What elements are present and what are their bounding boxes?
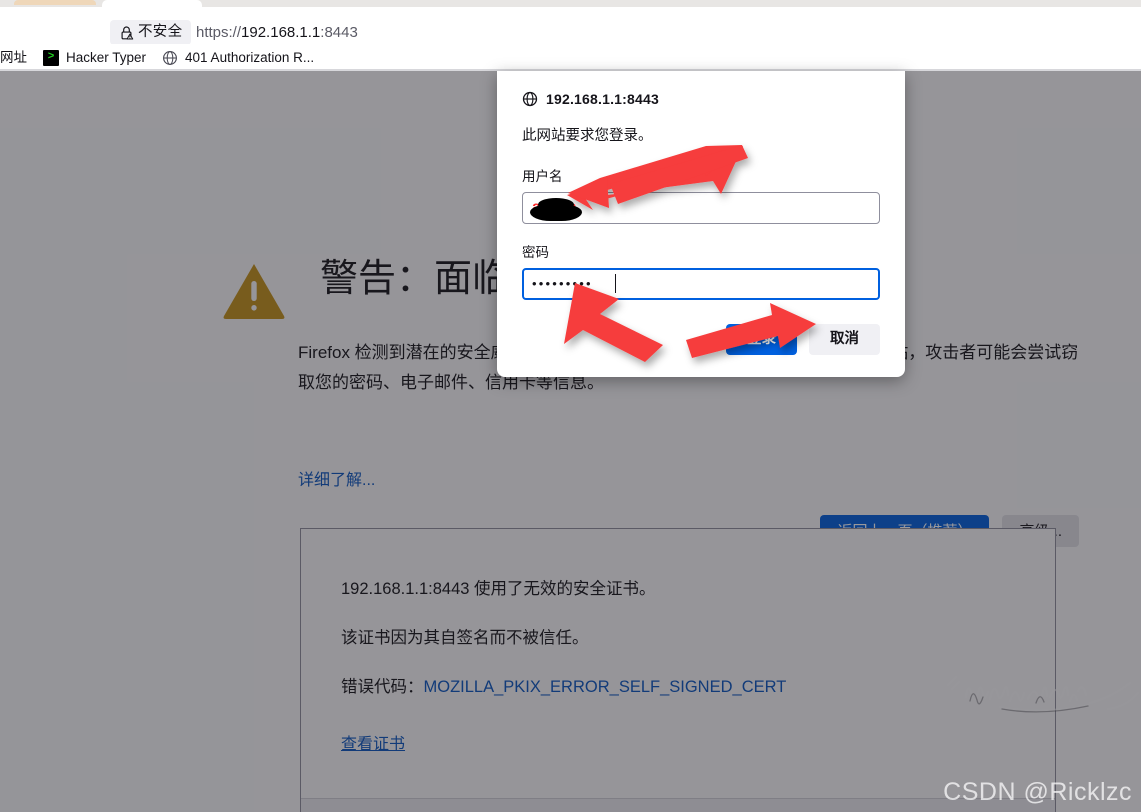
tab-strip: [0, 0, 1141, 7]
hacker-typer-icon: >: [43, 49, 59, 66]
navigation-toolbar: 不安全 https://192.168.1.1:8443: [0, 7, 1141, 45]
url-scheme: https://: [196, 24, 242, 41]
browser-window: 不安全 https://192.168.1.1:8443 网址 > Hacker…: [0, 0, 1141, 812]
globe-icon: [522, 91, 538, 107]
background-tab[interactable]: [14, 0, 96, 5]
auth-dialog-title: 192.168.1.1:8443: [546, 91, 659, 107]
login-button[interactable]: 登录: [726, 324, 797, 355]
bookmark-item-401-authorization[interactable]: 401 Authorization R...: [154, 48, 322, 68]
username-field-wrap: admin: [522, 192, 880, 224]
identity-label: 不安全: [138, 24, 183, 41]
bookmark-label: 401 Authorization R...: [185, 49, 315, 65]
auth-dialog-header: 192.168.1.1:8443: [522, 91, 880, 107]
text-caret: [615, 274, 616, 293]
password-label: 密码: [522, 245, 549, 260]
csdn-watermark: CSDN @Ricklzc: [943, 778, 1132, 806]
password-value-masked: •••••••••: [532, 276, 593, 291]
browser-chrome: 不安全 https://192.168.1.1:8443 网址 > Hacker…: [0, 0, 1141, 71]
bookmark-label: 网址: [0, 49, 27, 65]
globe-icon: [163, 50, 178, 65]
bookmark-item-folder[interactable]: 网址: [0, 48, 35, 68]
bookmark-label: Hacker Typer: [66, 49, 147, 65]
url-bar[interactable]: https://192.168.1.1:8443: [196, 23, 358, 43]
cancel-button[interactable]: 取消: [809, 324, 880, 355]
site-identity-box[interactable]: 不安全: [110, 20, 192, 45]
bookmark-item-hacker-typer[interactable]: > Hacker Typer: [35, 48, 154, 68]
password-field-wrap: •••••••••: [522, 268, 880, 300]
auth-dialog-message: 此网站要求您登录。: [522, 128, 653, 144]
http-auth-dialog: 192.168.1.1:8443 此网站要求您登录。 用户名 admin 密码 …: [497, 71, 905, 377]
active-tab[interactable]: [102, 0, 202, 7]
lock-warning-icon: [121, 25, 134, 40]
url-host: 192.168.1.1: [241, 24, 321, 41]
url-port: :8443: [320, 24, 358, 41]
auth-dialog-buttons: 登录 取消: [522, 324, 880, 355]
redaction-mark-secondary: [538, 198, 574, 211]
bookmarks-toolbar: 网址 > Hacker Typer 401 Authorization R...: [0, 44, 1141, 71]
username-label: 用户名: [522, 169, 563, 184]
